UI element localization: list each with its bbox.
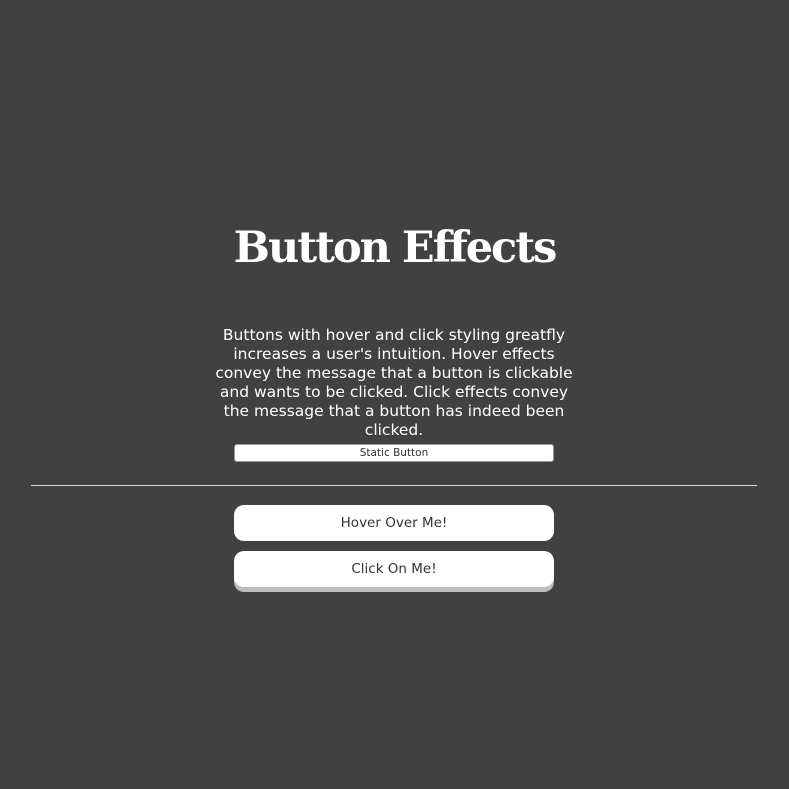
page-description: Buttons with hover and click styling gre…	[215, 326, 573, 439]
page-title: Button Effects	[233, 223, 558, 273]
click-button[interactable]: Click On Me!	[234, 551, 554, 587]
divider	[31, 485, 757, 486]
hover-button[interactable]: Hover Over Me!	[234, 505, 554, 541]
static-button[interactable]: Static Button	[234, 444, 554, 462]
